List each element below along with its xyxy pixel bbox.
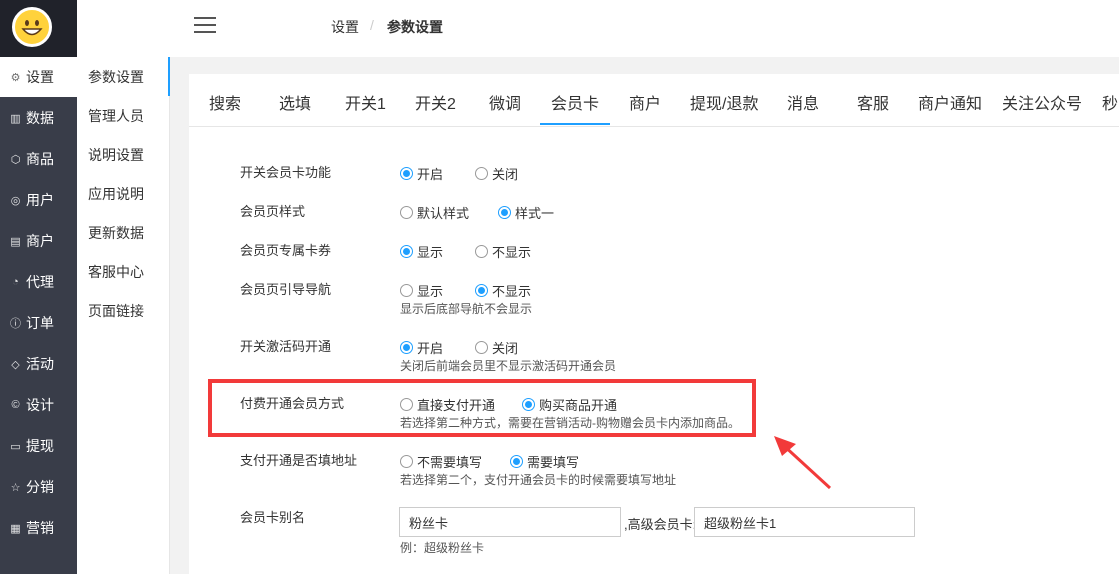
settings-tabs: 搜索 选填 开关1 开关2 微调 会员卡 商户 提现/退款 消息 客服 商户通知 关注公众号秒: [189, 74, 1119, 127]
submenu-item-0[interactable]: 参数设置: [77, 57, 170, 96]
annotation-arrow-icon: [774, 436, 832, 490]
star-icon: ☆: [10, 481, 21, 494]
annotation-highlight-box: [208, 379, 756, 437]
sidebar-item-10[interactable]: ☆ 分销: [0, 467, 77, 507]
activation-code-label: 开关激活码开通: [240, 339, 332, 354]
tab-10[interactable]: 商户通知: [918, 90, 982, 114]
activation-on-radio[interactable]: 开启: [400, 338, 443, 357]
sidebar-item-label: 设置: [26, 69, 54, 85]
sidebar-item-7[interactable]: ◇ 活动: [0, 344, 77, 384]
breadcrumb-current: 参数设置: [387, 19, 443, 35]
tab-1[interactable]: 选填: [279, 90, 311, 114]
settings-submenu: 参数设置 管理人员 说明设置 应用说明 更新数据 客服中心 页面链接: [77, 57, 170, 574]
card-alias-hint: 例：超级粉丝卡: [400, 541, 485, 555]
senior-card-label: ,高级会员卡:: [624, 517, 697, 532]
tab-5[interactable]: 会员卡: [551, 90, 599, 114]
wallet-icon: ▭: [10, 440, 21, 453]
sidebar-item-label: 商品: [26, 151, 54, 167]
sidebar-item-9[interactable]: ▭ 提现: [0, 426, 77, 466]
submenu-item-4[interactable]: 更新数据: [77, 213, 170, 252]
member-card-off-radio[interactable]: 关闭: [475, 164, 518, 183]
breadcrumb-root[interactable]: 设置: [331, 17, 359, 37]
activation-off-radio[interactable]: 关闭: [475, 338, 518, 357]
tab-12[interactable]: 秒: [1102, 90, 1118, 114]
sidebar-item-label: 代理: [26, 274, 54, 290]
guide-nav-hint: 显示后底部导航不会显示: [400, 302, 533, 316]
guide-nav-label: 会员页引导导航: [240, 282, 332, 297]
guide-nav-show-radio[interactable]: 显示: [400, 281, 443, 300]
submenu-item-5[interactable]: 客服中心: [77, 252, 170, 291]
exclusive-coupon-label: 会员页专属卡券: [240, 243, 332, 258]
sidebar-item-0[interactable]: ⚙ 设置: [0, 57, 77, 97]
tab-9[interactable]: 客服: [857, 90, 889, 114]
sidebar-item-label: 活动: [26, 356, 54, 372]
submenu-item-2[interactable]: 说明设置: [77, 135, 170, 174]
coupon-show-radio[interactable]: 显示: [400, 242, 443, 261]
sidebar-item-4[interactable]: ▤ 商户: [0, 221, 77, 261]
main-sidebar: ⚙ 设置 ▥ 数据 ⬡ 商品 ◎ 用户 ▤ 商户 ◔ 代理 ⓘ 订单 ◇ 活动 © 设计 ▭ 提现 ☆ 分销 ▦ 营销: [0, 0, 77, 574]
sidebar-item-label: 分销: [26, 479, 54, 495]
active-tab-indicator: [540, 123, 610, 125]
sidebar-item-3[interactable]: ◎ 用户: [0, 180, 77, 220]
tab-11[interactable]: 关注公众号: [1002, 90, 1082, 114]
logo-area: [0, 0, 77, 57]
address-required-radio[interactable]: 需要填写: [510, 452, 579, 471]
sidebar-item-label: 订单: [26, 315, 54, 331]
top-header: 设置 / 参数设置: [77, 0, 1119, 57]
coupon-hide-radio[interactable]: 不显示: [475, 242, 531, 261]
address-not-required-radio[interactable]: 不需要填写: [400, 452, 482, 471]
grid-icon: ▦: [10, 522, 21, 535]
tab-2[interactable]: 开关1: [345, 90, 386, 114]
activation-code-hint: 关闭后前端会员里不显示激活码开通会员: [400, 359, 617, 373]
submenu-item-3[interactable]: 应用说明: [77, 174, 170, 213]
sidebar-item-6[interactable]: ⓘ 订单: [0, 303, 77, 343]
bar-chart-icon: ▥: [10, 112, 21, 125]
style-one-radio[interactable]: 样式一: [498, 203, 554, 222]
palette-icon: ©: [11, 399, 20, 411]
sidebar-item-8[interactable]: © 设计: [0, 385, 77, 425]
sidebar-item-label: 用户: [26, 192, 54, 208]
sidebar-item-label: 营销: [26, 520, 54, 536]
menu-toggle-icon[interactable]: [194, 17, 216, 34]
page-style-label: 会员页样式: [240, 204, 306, 219]
submenu-item-1[interactable]: 管理人员: [77, 96, 170, 135]
tab-6[interactable]: 商户: [629, 90, 661, 114]
sidebar-item-11[interactable]: ▦ 营销: [0, 508, 77, 548]
tab-8[interactable]: 消息: [787, 90, 819, 114]
gear-icon: ⚙: [10, 71, 21, 84]
sidebar-item-label: 设计: [26, 397, 54, 413]
sidebar-item-label: 数据: [26, 110, 54, 126]
smiley-logo-icon: [12, 7, 52, 47]
user-icon: ◎: [10, 194, 21, 207]
tab-7[interactable]: 提现/退款: [690, 90, 758, 114]
default-style-radio[interactable]: 默认样式: [400, 203, 469, 222]
guide-nav-hide-radio[interactable]: 不显示: [475, 281, 531, 300]
info-icon: ⓘ: [10, 318, 21, 330]
tab-4[interactable]: 微调: [489, 90, 521, 114]
submenu-item-6[interactable]: 页面链接: [77, 291, 170, 330]
store-icon: ▤: [10, 235, 21, 248]
settings-card: [189, 74, 1119, 574]
address-required-hint: 若选择第二个，支付开通会员卡的时候需要填写地址: [400, 473, 677, 487]
sidebar-item-2[interactable]: ⬡ 商品: [0, 139, 77, 179]
breadcrumb-separator: /: [370, 17, 374, 33]
card-alias-input[interactable]: [399, 507, 621, 537]
clock-icon: ◔: [12, 276, 19, 288]
tab-3[interactable]: 开关2: [415, 90, 456, 114]
tab-0[interactable]: 搜索: [209, 90, 241, 114]
tag-icon: ◇: [11, 358, 20, 371]
senior-card-input[interactable]: [694, 507, 915, 537]
member-card-on-radio[interactable]: 开启: [400, 164, 443, 183]
sidebar-item-5[interactable]: ◔ 代理: [0, 262, 77, 302]
sidebar-item-label: 提现: [26, 438, 54, 454]
member-card-label: 开关会员卡功能: [240, 165, 332, 180]
box-icon: ⬡: [10, 153, 21, 166]
card-alias-label: 会员卡别名: [240, 510, 306, 525]
address-required-label: 支付开通是否填地址: [240, 453, 358, 468]
sidebar-item-1[interactable]: ▥ 数据: [0, 98, 77, 138]
sidebar-item-label: 商户: [26, 233, 54, 249]
